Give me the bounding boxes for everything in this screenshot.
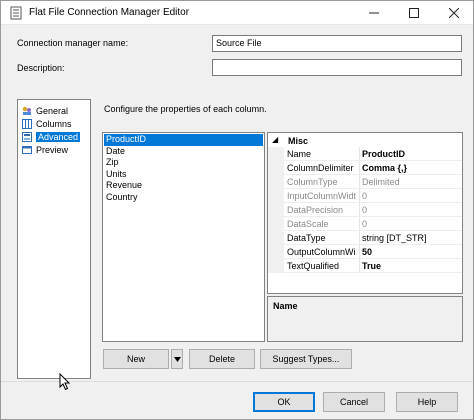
window-title: Flat File Connection Manager Editor (29, 7, 190, 18)
property-description-panel: Name (267, 296, 463, 342)
general-icon (22, 106, 31, 115)
property-name: OutputColumnWi (287, 247, 356, 257)
preview-icon (22, 145, 32, 154)
connection-name-input[interactable]: Source File (212, 35, 462, 52)
column-list[interactable]: ProductID Date Zip Units Revenue Country (102, 132, 265, 342)
property-row-text-qualified[interactable]: TextQualified True (268, 259, 462, 273)
property-name: InputColumnWidt (287, 191, 357, 201)
property-name: DataPrecision (287, 205, 344, 215)
property-row-name[interactable]: Name ProductID (268, 147, 462, 161)
property-value: 0 (362, 219, 368, 229)
property-row-column-delimiter[interactable]: ColumnDelimiter Comma {,} (268, 161, 462, 175)
property-value[interactable]: Comma {,} (362, 163, 407, 173)
category-label: Misc (288, 136, 309, 146)
collapse-toggle-icon[interactable]: ◢ (272, 135, 278, 144)
property-value[interactable]: string [DT_STR] (362, 233, 427, 243)
property-row-output-column-width[interactable]: OutputColumnWi 50 (268, 245, 462, 259)
title-bar[interactable]: Flat File Connection Manager Editor (1, 1, 473, 25)
mouse-cursor-icon (59, 373, 71, 391)
advanced-icon (22, 131, 32, 142)
nav-item-label: Preview (36, 144, 69, 155)
delete-button[interactable]: Delete (189, 349, 255, 369)
column-item[interactable]: Zip (104, 157, 263, 169)
property-value: Delimited (362, 177, 400, 187)
property-name: TextQualified (287, 261, 340, 271)
property-row-data-scale[interactable]: DataScale 0 (268, 217, 462, 231)
page-navigation: General Columns Advanced Preview (17, 99, 91, 379)
property-row-column-type[interactable]: ColumnType Delimited (268, 175, 462, 189)
description-input[interactable] (212, 59, 462, 76)
help-button[interactable]: Help (396, 392, 458, 412)
column-item[interactable]: Country (104, 192, 263, 204)
nav-item-general[interactable]: General (22, 104, 68, 117)
columns-icon (22, 118, 32, 129)
property-name: ColumnType (287, 177, 338, 187)
new-dropdown-button[interactable] (171, 349, 183, 369)
suggest-types-button[interactable]: Suggest Types... (260, 349, 352, 369)
property-grid[interactable]: ◢ Misc Name ProductID ColumnDelimiter Co… (267, 132, 463, 294)
chevron-down-icon (173, 356, 181, 362)
ok-button[interactable]: OK (253, 392, 315, 412)
new-button[interactable]: New (103, 349, 169, 369)
property-name: ColumnDelimiter (287, 163, 354, 173)
nav-item-preview[interactable]: Preview (22, 143, 68, 156)
property-value: 0 (362, 205, 368, 215)
nav-item-advanced[interactable]: Advanced (22, 130, 81, 143)
column-item[interactable]: Date (104, 146, 263, 158)
nav-item-label: Columns (36, 118, 72, 129)
editor-window: Flat File Connection Manager Editor Conn… (0, 0, 474, 420)
close-button[interactable] (434, 1, 474, 25)
nav-item-label: Advanced (36, 131, 81, 142)
property-value[interactable]: True (362, 261, 381, 271)
nav-item-label: General (36, 105, 69, 116)
column-item[interactable]: ProductID (104, 134, 263, 146)
category-row[interactable]: ◢ Misc (268, 133, 462, 147)
description-label: Description: (17, 63, 65, 73)
property-name: DataScale (287, 219, 329, 229)
property-value: 0 (362, 191, 368, 201)
column-item[interactable]: Revenue (104, 180, 263, 192)
close-icon (449, 8, 459, 18)
minimize-icon (369, 12, 379, 14)
property-description-title: Name (273, 301, 298, 311)
property-name: Name (287, 149, 312, 159)
property-name: DataType (287, 233, 326, 243)
flat-file-icon (10, 6, 22, 20)
property-value[interactable]: 50 (362, 247, 372, 257)
property-row-data-precision[interactable]: DataPrecision 0 (268, 203, 462, 217)
minimize-button[interactable] (354, 1, 394, 25)
footer-divider (1, 381, 473, 382)
maximize-icon (409, 8, 419, 18)
column-item[interactable]: Units (104, 169, 263, 181)
advanced-hint: Configure the properties of each column. (104, 104, 267, 114)
nav-item-columns[interactable]: Columns (22, 117, 72, 130)
property-row-input-column-width[interactable]: InputColumnWidt 0 (268, 189, 462, 203)
connection-name-label: Connection manager name: (17, 38, 129, 48)
maximize-button[interactable] (394, 1, 434, 25)
property-row-data-type[interactable]: DataType string [DT_STR] (268, 231, 462, 245)
cancel-button[interactable]: Cancel (323, 392, 385, 412)
property-value[interactable]: ProductID (362, 149, 405, 159)
